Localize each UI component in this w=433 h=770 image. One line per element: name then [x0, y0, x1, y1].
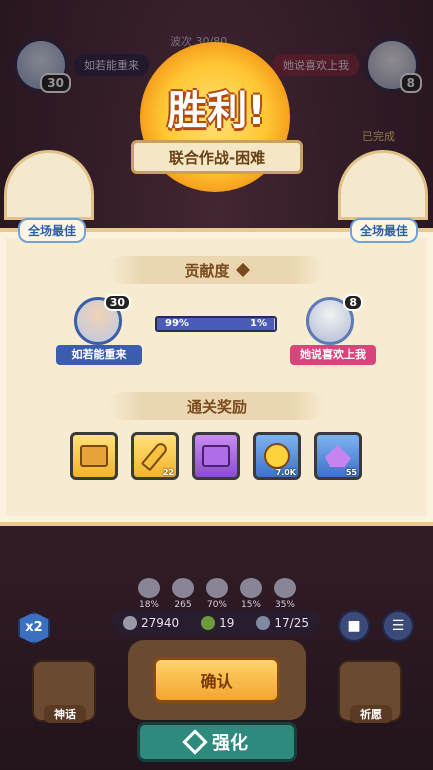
contribution-title-text: 贡献度: [184, 261, 230, 280]
stat-item: 265: [169, 578, 197, 610]
contributor-avatar-left: 30: [74, 294, 131, 345]
gold-coin-icon: [264, 443, 290, 469]
upgrade-label: 强化: [212, 733, 248, 754]
reward-qty: 55: [345, 468, 357, 477]
reward-qty: 7.0K: [275, 468, 296, 477]
mode-ribbon: 联合作战-困难: [131, 140, 303, 174]
reward-coin[interactable]: 7.0K: [253, 432, 301, 480]
purple-crystal-icon: [325, 445, 351, 467]
fist-icon: [206, 578, 228, 598]
resource-bar: 27940 19 17/25: [112, 610, 320, 636]
level-badge: 30: [103, 294, 131, 311]
stat-value: 15%: [240, 600, 261, 610]
coin-resource: 27940: [122, 616, 180, 630]
stat-item: 35%: [271, 578, 299, 610]
purple-chest-icon: [202, 445, 230, 467]
stat-value: 70%: [206, 600, 227, 610]
upgrade-arrow-icon: [182, 729, 208, 755]
reward-gold-chest[interactable]: [70, 432, 118, 480]
unit-value: 17/25: [274, 616, 309, 630]
contribution-title: 贡献度: [108, 256, 326, 284]
menu-icon: ☰: [391, 618, 405, 634]
stat-item: 70%: [203, 578, 231, 610]
myth-button-label[interactable]: 神话: [44, 705, 86, 723]
left-percent: 99%: [165, 318, 189, 329]
stat-value: 35%: [274, 600, 295, 610]
energy-resource: 19: [201, 616, 234, 630]
reward-key[interactable]: 22: [131, 432, 179, 480]
mvp-badge-right: 全场最佳: [350, 218, 419, 243]
contribution-bar: 99% 1%: [155, 316, 277, 332]
mvp-badge-left: 全场最佳: [18, 218, 87, 243]
reward-crystal[interactable]: 55: [314, 432, 362, 480]
info-diamond-icon[interactable]: [232, 260, 253, 280]
contributor-avatar-right: 8: [306, 294, 363, 345]
upgrade-button[interactable]: 强化: [137, 722, 297, 762]
menu-button[interactable]: ☰: [382, 610, 414, 642]
chat-button[interactable]: ■: [338, 610, 370, 642]
coin-value: 27940: [140, 616, 180, 630]
gold-chest-icon: [80, 445, 108, 467]
reward-qty: 22: [162, 468, 174, 477]
heart-icon: [138, 578, 160, 598]
unit-icon: [256, 616, 271, 630]
stat-value: 265: [174, 600, 192, 610]
chat-icon: ■: [347, 618, 361, 634]
contributor-name-left: 如若能重来: [56, 345, 142, 365]
confirm-button[interactable]: 确认: [153, 657, 280, 703]
wish-button-label[interactable]: 祈愿: [350, 705, 392, 723]
unit-resource: 17/25: [256, 616, 309, 630]
stat-value: 18%: [138, 600, 159, 610]
coin-icon: [122, 616, 137, 630]
energy-value: 19: [219, 616, 235, 630]
rewards-title: 通关奖励: [108, 392, 326, 420]
stat-item: 15%: [237, 578, 265, 610]
stats-row: 18% 265 70% 15% 35%: [135, 578, 299, 610]
reward-purple-chest[interactable]: [192, 432, 240, 480]
energy-icon: [201, 616, 216, 630]
gold-key-icon: [140, 440, 170, 472]
stat-item: 18%: [135, 578, 163, 610]
claw-icon: [172, 578, 194, 598]
level-badge: 8: [343, 294, 363, 311]
contributor-name-right: 她说喜欢上我: [290, 345, 376, 365]
right-percent: 1%: [250, 318, 267, 329]
victory-title: 胜利!: [167, 88, 266, 134]
gear-icon: [274, 578, 296, 598]
boot-icon: [240, 578, 262, 598]
